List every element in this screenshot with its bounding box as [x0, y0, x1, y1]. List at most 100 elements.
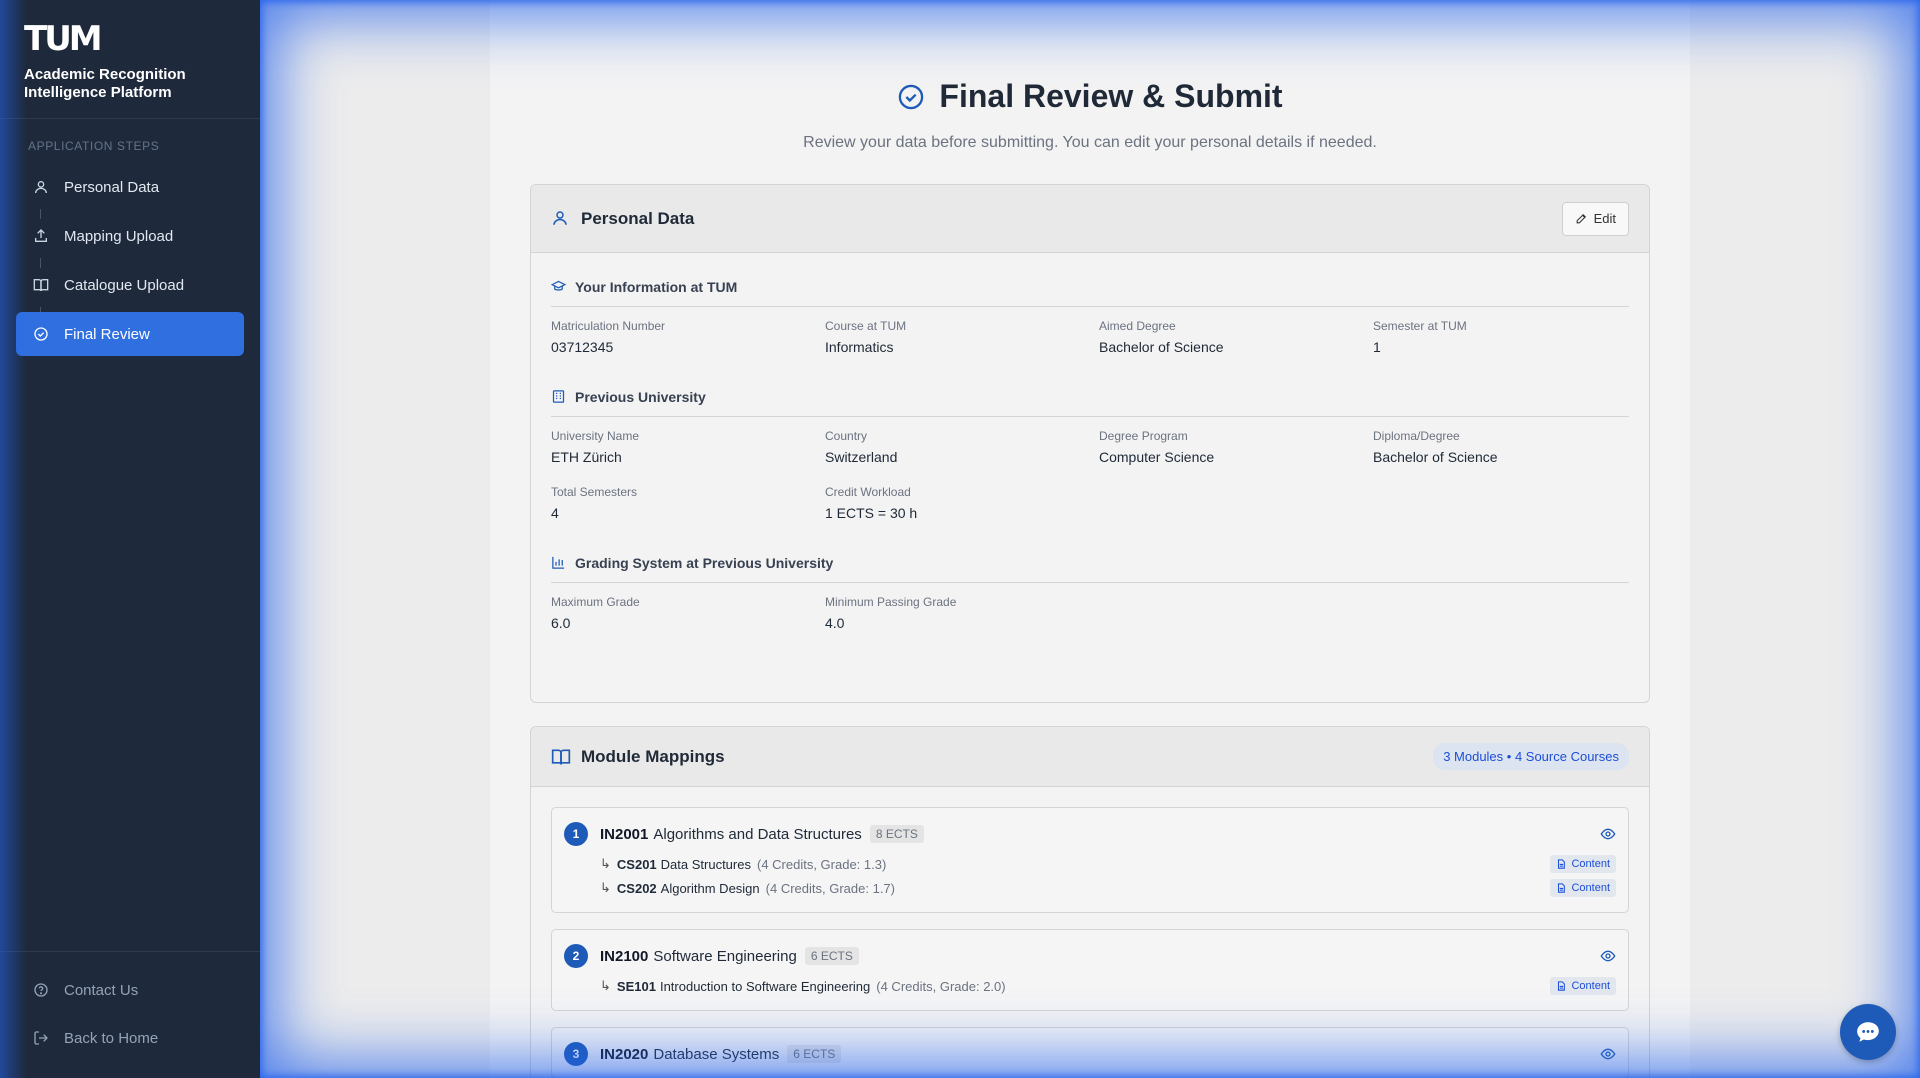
field-label: Semester at TUM: [1373, 319, 1467, 333]
source-course-row: ↳ CS202 Algorithm Design (4 Credits, Gra…: [564, 876, 1616, 900]
section-title-text: Previous University: [575, 388, 706, 405]
module-number: 1: [564, 822, 588, 846]
field-value: Bachelor of Science: [1373, 449, 1498, 465]
edit-button[interactable]: Edit: [1561, 201, 1629, 236]
section-label: APPLICATION STEPS: [28, 139, 160, 153]
module-header: 3 IN2020 Database Systems 6 ECTS: [564, 1042, 1616, 1066]
logout-icon: [32, 1029, 50, 1047]
content-button[interactable]: Content: [1550, 855, 1616, 873]
contact-us-link[interactable]: Contact Us: [16, 966, 244, 1014]
back-to-home-label: Back to Home: [64, 1029, 159, 1047]
document-icon: [1556, 981, 1566, 991]
document-icon: [1556, 859, 1566, 869]
ects-badge: 6 ECTS: [787, 1045, 842, 1063]
eye-icon[interactable]: [1600, 948, 1616, 964]
page-title: Final Review & Submit: [897, 78, 1283, 115]
field-total-semesters: Total Semesters 4: [551, 485, 825, 521]
brand-name: Academic Recognition Intelligence Platfo…: [24, 66, 186, 101]
section-title-text: Grading System at Previous University: [575, 554, 834, 571]
module-item: 3 IN2020 Database Systems 6 ECTS: [551, 1027, 1629, 1078]
source-course-row: ↳ CS201 Data Structures (4 Credits, Grad…: [564, 852, 1616, 876]
help-circle-icon: [32, 981, 50, 999]
page-subtitle: Review your data before submitting. You …: [803, 133, 1377, 151]
module-code: IN2001: [600, 825, 649, 843]
grading-system-section: Grading System at Previous University Ma…: [531, 541, 1649, 651]
step-label: Final Review: [64, 325, 150, 343]
step-mapping-upload[interactable]: Mapping Upload: [16, 214, 244, 258]
ects-badge: 8 ECTS: [869, 825, 924, 843]
field-university-name: University Name ETH Zürich: [551, 429, 825, 465]
card-title-text: Personal Data: [581, 208, 695, 228]
field-course-at-tum: Course at TUM Informatics: [825, 319, 1099, 355]
card-header: Personal Data Edit: [531, 185, 1649, 253]
eye-icon[interactable]: [1600, 1046, 1616, 1062]
content-button[interactable]: Content: [1550, 977, 1616, 995]
arrow-glyph: ↳: [600, 978, 611, 993]
field-value: Bachelor of Science: [1099, 339, 1224, 355]
module-name: Software Engineering: [653, 947, 797, 965]
field-matriculation-number: Matriculation Number 03712345: [551, 319, 825, 355]
page-header: Final Review & Submit Review your data b…: [490, 0, 1690, 152]
content-column: Final Review & Submit Review your data b…: [490, 0, 1690, 1078]
content-label: Content: [1571, 882, 1610, 894]
pencil-icon: [1575, 212, 1588, 225]
content-label: Content: [1571, 980, 1610, 992]
module-code: IN2020: [600, 1045, 649, 1063]
card-title: Personal Data: [551, 209, 694, 229]
field-value: 4: [551, 505, 559, 521]
bar-chart-icon: [551, 555, 566, 570]
chat-button[interactable]: [1840, 1004, 1896, 1060]
course-details: (4 Credits, Grade: 1.7): [765, 880, 895, 896]
field-label: Degree Program: [1099, 429, 1188, 443]
content-button[interactable]: Content: [1550, 879, 1616, 897]
course-name: Data Structures: [660, 856, 751, 872]
card-title: Module Mappings: [551, 747, 725, 767]
section-title: Your Information at TUM: [551, 267, 1629, 307]
field-value: 1: [1373, 339, 1381, 355]
section-title-text: Your Information at TUM: [575, 278, 738, 295]
tum-logo[interactable]: TUM: [24, 22, 236, 56]
eye-icon[interactable]: [1600, 826, 1616, 842]
field-value: ETH Zürich: [551, 449, 622, 465]
content-label: Content: [1571, 858, 1610, 870]
field-value: 4.0: [825, 615, 845, 631]
tum-info-section: Your Information at TUM Matriculation Nu…: [531, 253, 1649, 375]
module-name: Database Systems: [653, 1045, 780, 1063]
field-label: Matriculation Number: [551, 319, 666, 333]
upload-icon: [32, 227, 50, 245]
module-mappings-card: Module Mappings 3 Modules • 4 Source Cou…: [530, 726, 1650, 1078]
field-label: Diploma/Degree: [1373, 429, 1460, 443]
course-code: CS201: [616, 856, 657, 872]
document-icon: [1556, 883, 1566, 893]
field-credit-workload: Credit Workload 1 ECTS = 30 h: [825, 485, 1099, 521]
course-code: SE101: [616, 978, 656, 994]
course-name: Introduction to Software Engineering: [659, 978, 871, 994]
section-title: Grading System at Previous University: [551, 543, 1629, 583]
field-value: Computer Science: [1099, 449, 1215, 465]
page-title-text: Final Review & Submit: [939, 78, 1283, 114]
module-name: Algorithms and Data Structures: [653, 825, 862, 843]
module-code: IN2100: [600, 947, 649, 965]
module-item: 2 IN2100 Software Engineering 6 ECTS ↳ S…: [551, 929, 1629, 1011]
mapping-summary-badge: 3 Modules • 4 Source Courses: [1433, 743, 1629, 770]
section-title: Previous University: [551, 377, 1629, 417]
step-catalogue-upload[interactable]: Catalogue Upload: [16, 263, 244, 307]
field-value: 6.0: [551, 615, 571, 631]
field-label: Maximum Grade: [551, 595, 640, 609]
field-label: University Name: [551, 429, 640, 443]
step-label: Catalogue Upload: [64, 276, 185, 294]
field-label: Country: [825, 429, 868, 443]
back-to-home-link[interactable]: Back to Home: [16, 1014, 244, 1062]
step-label: Personal Data: [64, 178, 160, 196]
steps-nav: Personal Data Mapping Upload Catalogue U…: [0, 165, 260, 361]
card-title-text: Module Mappings: [581, 746, 725, 766]
step-final-review[interactable]: Final Review: [16, 312, 244, 356]
field-aimed-degree: Aimed Degree Bachelor of Science: [1099, 319, 1373, 355]
arrow-glyph: ↳: [600, 856, 611, 871]
step-label: Mapping Upload: [64, 227, 174, 245]
module-header: 1 IN2001 Algorithms and Data Structures …: [564, 822, 1616, 846]
field-label: Course at TUM: [825, 319, 907, 333]
book-icon: [32, 276, 50, 294]
check-circle-icon: [897, 83, 925, 111]
step-personal-data[interactable]: Personal Data: [16, 165, 244, 209]
